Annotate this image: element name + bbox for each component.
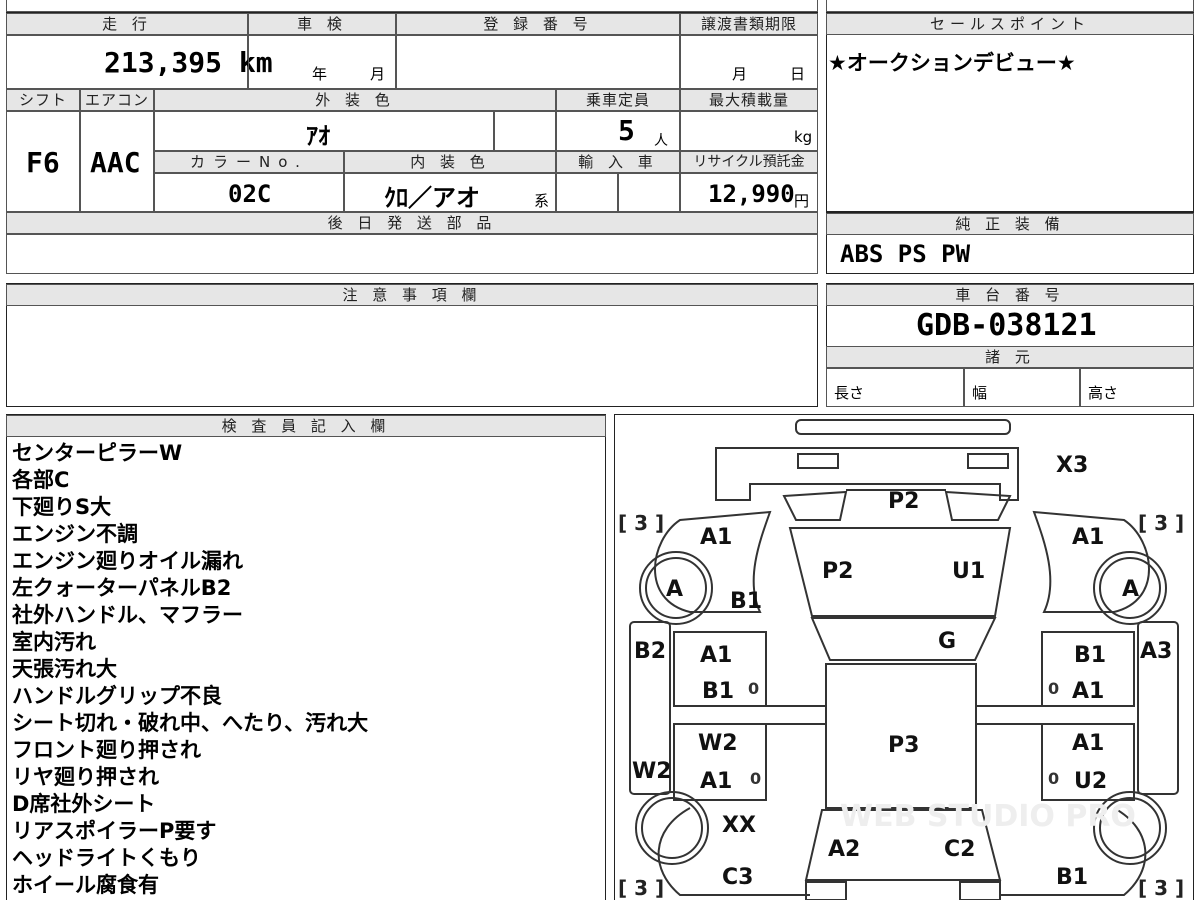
import-cell-1 xyxy=(556,173,618,212)
exterior-color-header: 外 装 色 xyxy=(154,89,556,111)
transfer-day-unit: 日 xyxy=(790,65,806,83)
inspector-note: 各部C xyxy=(12,468,70,492)
later-parts-cell xyxy=(6,234,818,274)
chassis-no-value: GDB-038121 xyxy=(916,308,1097,343)
exterior-color-value: ｱｵ xyxy=(306,122,330,150)
shift-value: F6 xyxy=(26,146,60,179)
recycle-unit: 円 xyxy=(794,192,810,210)
sales-point-text: ★オークションデビュー★ xyxy=(828,51,1076,75)
exterior-color-extra-cell xyxy=(494,111,556,151)
import-cell-2 xyxy=(618,173,680,212)
inspector-note: ハンドルグリップ不良 xyxy=(12,684,222,708)
capacity-unit: 人 xyxy=(654,133,668,149)
max-load-unit: kg xyxy=(794,128,813,146)
inspector-note: 社外ハンドル、マフラー xyxy=(12,603,243,627)
capacity-header: 乗車定員 xyxy=(556,89,680,111)
transfer-deadline-header: 譲渡書類期限 xyxy=(680,13,818,35)
inspector-header: 検 査 員 記 入 欄 xyxy=(6,415,606,437)
chassis-no-header: 車 台 番 号 xyxy=(826,284,1194,306)
inspector-note: ヘッドライトくもり xyxy=(12,846,201,870)
shift-header: シフト xyxy=(6,89,80,111)
transfer-month-unit: 月 xyxy=(732,65,748,83)
capacity-value: 5 xyxy=(618,114,635,147)
inspector-note: D席社外シート xyxy=(12,792,156,816)
inspector-note: 左クォーターパネルB2 xyxy=(12,576,232,600)
later-parts-header: 後 日 発 送 部 品 xyxy=(6,212,818,234)
shaken-year-unit: 年 xyxy=(312,65,328,83)
inspector-note: 室内汚れ xyxy=(12,630,96,654)
aircon-value: AAC xyxy=(90,146,141,179)
genuine-equipment-header: 純 正 装 備 xyxy=(826,213,1194,235)
inspector-note: センターピラーW xyxy=(12,441,183,465)
damage-diagram-panel xyxy=(614,414,1194,900)
inspector-note: リアスポイラーP要す xyxy=(12,819,217,843)
shaken-month-unit: 月 xyxy=(370,65,386,83)
specs-header: 諸 元 xyxy=(826,346,1194,368)
spec-height-label: 高さ xyxy=(1088,384,1119,402)
aircon-header: エアコン xyxy=(80,89,154,111)
registration-header: 登 録 番 号 xyxy=(396,13,680,35)
sales-point-panel xyxy=(826,12,1194,212)
inspector-note: フロント廻り押され xyxy=(12,738,201,762)
inspector-note: エンジン廻りオイル漏れ xyxy=(12,549,243,573)
spec-width-label: 幅 xyxy=(972,384,988,402)
recycle-header: リサイクル預託金 xyxy=(680,151,818,173)
shaken-header: 車 検 xyxy=(248,13,396,35)
registration-cell xyxy=(396,35,680,89)
import-header: 輸 入 車 xyxy=(556,151,680,173)
recycle-value: 12,990 xyxy=(708,180,795,208)
caution-header: 注 意 事 項 欄 xyxy=(6,284,818,306)
color-no-value: 02C xyxy=(228,180,272,208)
inspector-note: ホイール腐食有 xyxy=(12,873,159,897)
inspector-note: エンジン不調 xyxy=(12,522,138,546)
inspector-note: 天張汚れ大 xyxy=(12,657,117,681)
genuine-equipment-value: ABS PS PW xyxy=(840,240,971,268)
right-cut-off-row xyxy=(826,0,1194,12)
inspector-notes: センターピラーW 各部C 下廻りS大 エンジン不調 エンジン廻りオイル漏れ 左ク… xyxy=(12,440,368,899)
interior-color-suffix: 系 xyxy=(534,192,550,210)
color-no-header: カラーNo. xyxy=(154,151,344,173)
spec-length-label: 長さ xyxy=(834,384,865,402)
inspector-note: シート切れ・破れ中、へたり、汚れ大 xyxy=(12,711,369,735)
interior-color-value: ｸﾛ／アオ xyxy=(384,184,480,212)
interior-color-header: 内 装 色 xyxy=(344,151,556,173)
inspector-note: 下廻りS大 xyxy=(12,495,112,519)
sales-point-header: セールスポイント xyxy=(826,13,1194,35)
max-load-header: 最大積載量 xyxy=(680,89,818,111)
inspector-note: リヤ廻り押され xyxy=(12,765,159,789)
cut-off-row xyxy=(6,0,818,12)
mileage-header: 走 行 xyxy=(6,13,248,35)
